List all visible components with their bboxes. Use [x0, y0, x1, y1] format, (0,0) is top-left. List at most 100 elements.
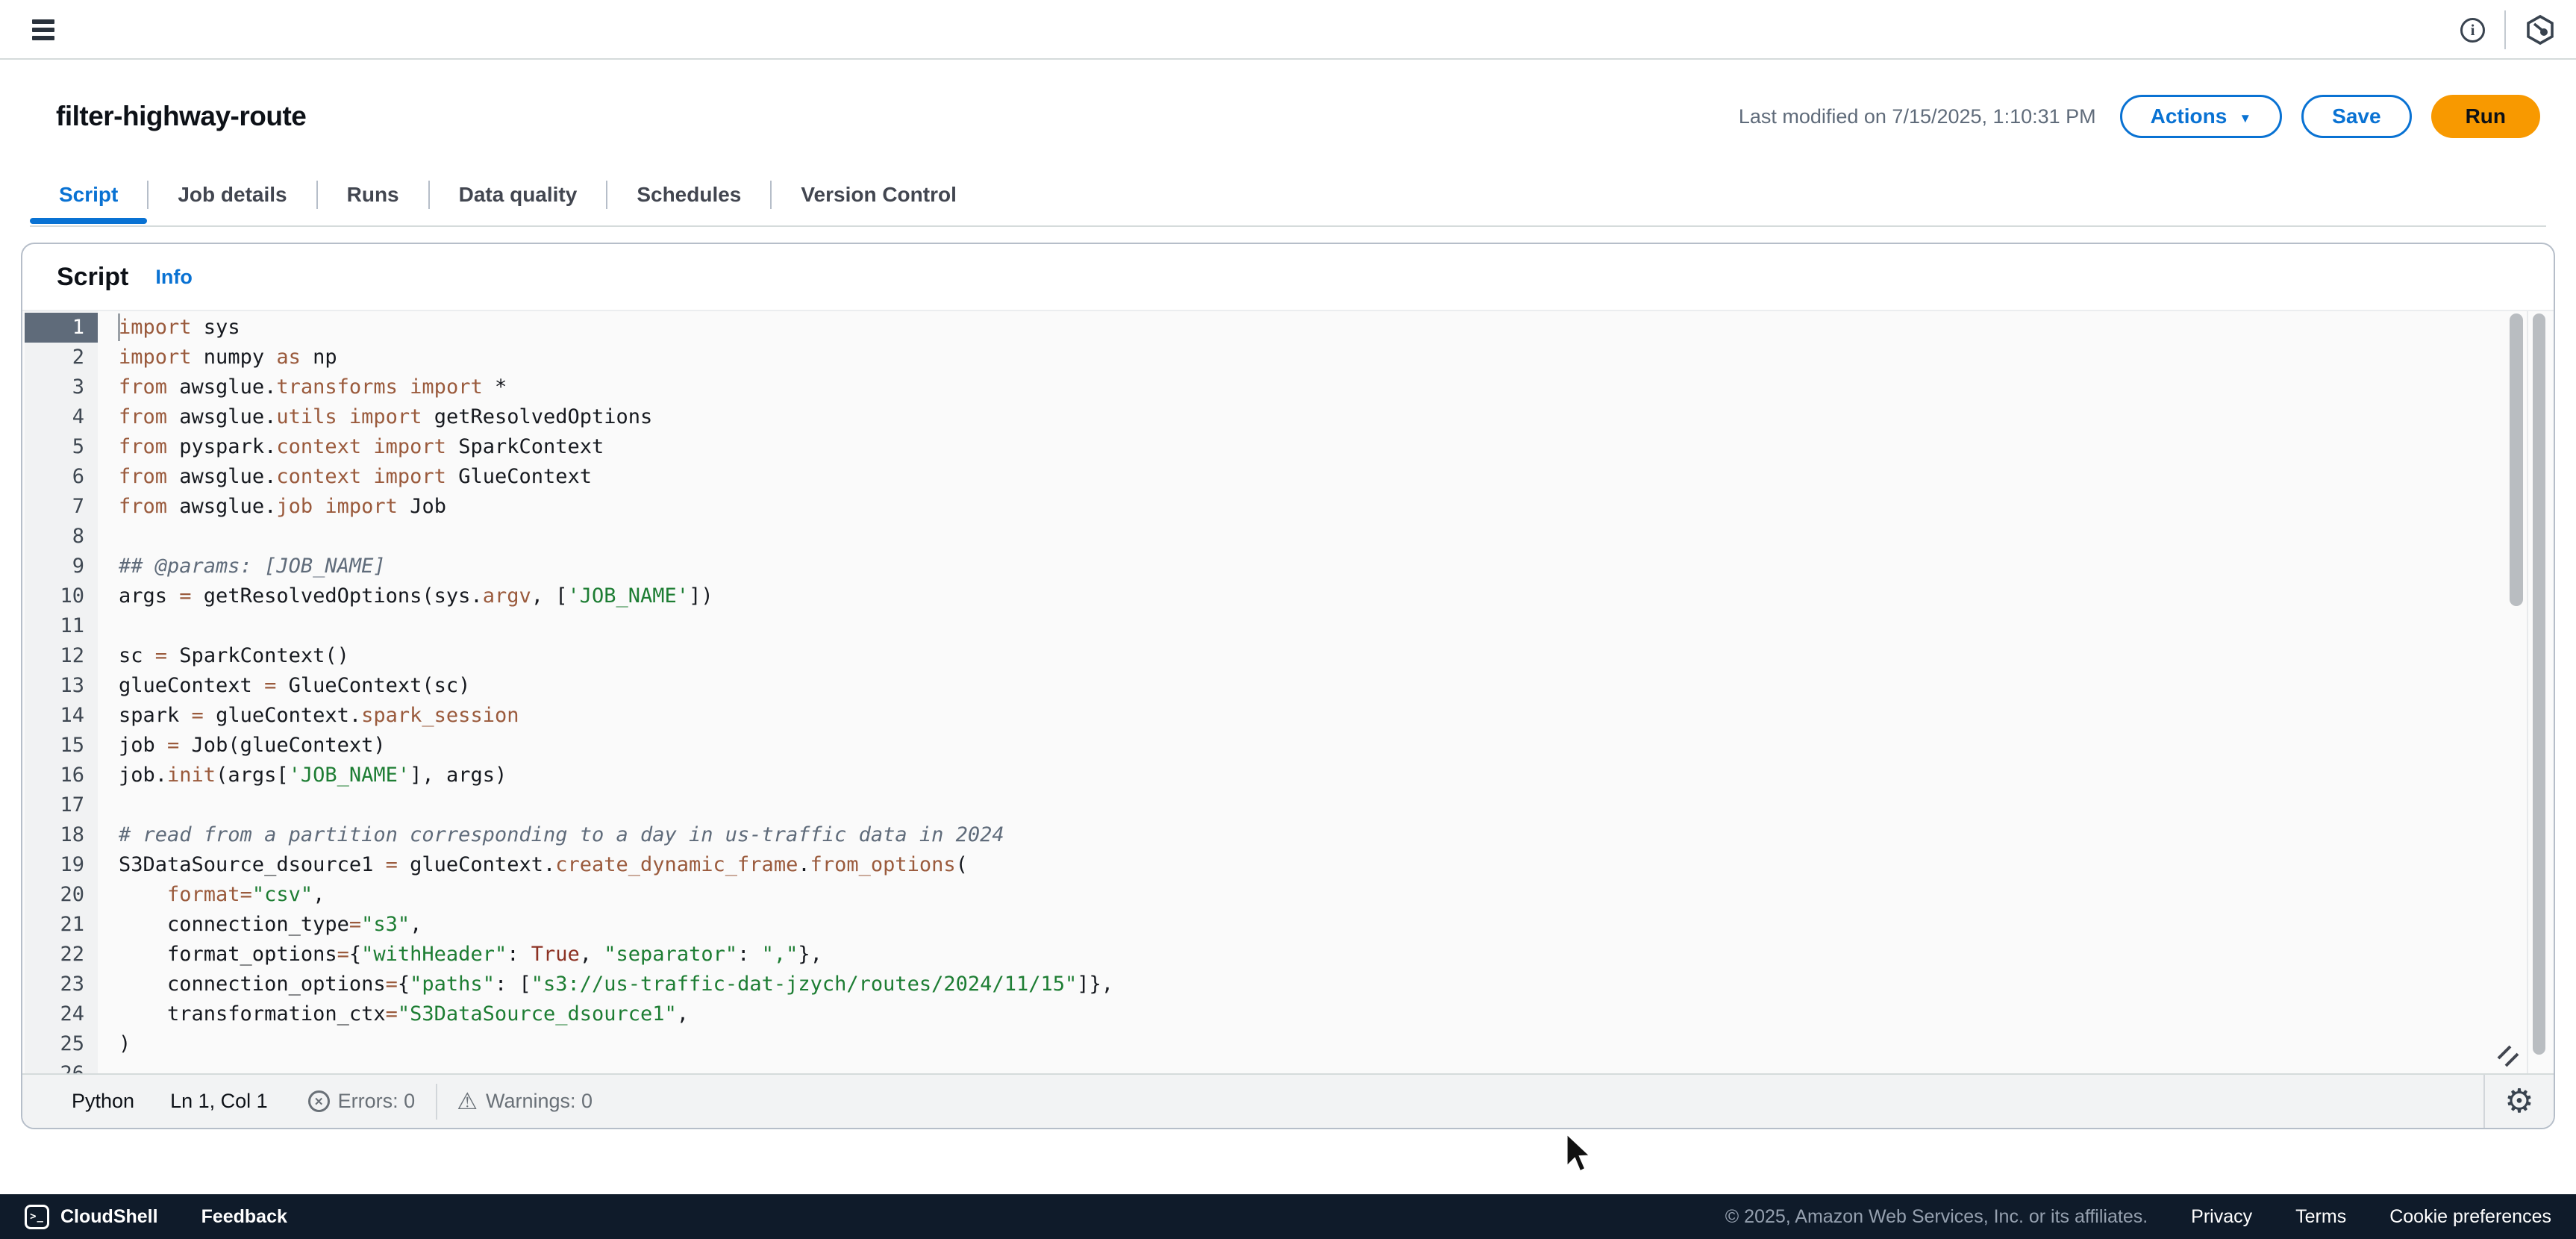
actions-button-label: Actions	[2151, 104, 2228, 128]
feedback-link[interactable]: Feedback	[201, 1206, 287, 1228]
menu-icon[interactable]	[32, 19, 54, 41]
code-line-18[interactable]: 18# read from a partition corresponding …	[25, 820, 2506, 850]
code-line-17[interactable]: 17	[25, 790, 2506, 820]
info-icon[interactable]: i	[2460, 18, 2485, 43]
code-line-25[interactable]: 25)	[25, 1029, 2506, 1059]
code-line-8[interactable]: 8	[25, 522, 2506, 552]
code-editor[interactable]: 1import sys2import numpy as np3from awsg…	[22, 310, 2554, 1073]
line-number: 7	[25, 492, 98, 522]
text-cursor	[118, 313, 120, 341]
code-line-16[interactable]: 16job.init(args['JOB_NAME'], args)	[25, 761, 2506, 790]
line-number: 18	[25, 820, 98, 850]
footer-link-cookie-preferences[interactable]: Cookie preferences	[2389, 1206, 2551, 1228]
code-text: ## @params: [JOB_NAME]	[98, 552, 386, 581]
code-line-2[interactable]: 2import numpy as np	[25, 343, 2506, 372]
code-line-6[interactable]: 6from awsglue.context import GlueContext	[25, 462, 2506, 492]
line-number: 11	[25, 611, 98, 641]
code-text	[98, 790, 119, 820]
code-text: )	[98, 1029, 131, 1059]
code-line-9[interactable]: 9## @params: [JOB_NAME]	[25, 552, 2506, 581]
console-footer: >_ CloudShell Feedback © 2025, Amazon We…	[0, 1194, 2576, 1239]
line-number: 19	[25, 850, 98, 880]
resize-handle-icon[interactable]	[2495, 1043, 2521, 1069]
code-line-7[interactable]: 7from awsglue.job import Job	[25, 492, 2506, 522]
line-number: 20	[25, 880, 98, 910]
script-panel: Script Info 1import sys2import numpy as …	[21, 243, 2555, 1129]
code-line-12[interactable]: 12sc = SparkContext()	[25, 641, 2506, 671]
code-line-3[interactable]: 3from awsglue.transforms import *	[25, 372, 2506, 402]
actions-button[interactable]: Actions ▼	[2120, 95, 2283, 138]
code-line-21[interactable]: 21 connection_type="s3",	[25, 910, 2506, 940]
line-number: 15	[25, 731, 98, 761]
code-line-19[interactable]: 19S3DataSource_dsource1 = glueContext.cr…	[25, 850, 2506, 880]
chevron-down-icon: ▼	[2239, 112, 2251, 125]
code-text: transformation_ctx="S3DataSource_dsource…	[98, 999, 689, 1029]
tab-version-control[interactable]: Version Control	[772, 172, 985, 218]
last-modified-text: Last modified on 7/15/2025, 1:10:31 PM	[1739, 105, 2096, 128]
tab-script[interactable]: Script	[30, 172, 147, 218]
line-number: 25	[25, 1029, 98, 1059]
code-line-15[interactable]: 15job = Job(glueContext)	[25, 731, 2506, 761]
notifications-service-icon[interactable]	[2525, 14, 2555, 46]
code-line-23[interactable]: 23 connection_options={"paths": ["s3://u…	[25, 970, 2506, 999]
line-number: 26	[25, 1059, 98, 1073]
errors-count: Errors: 0	[338, 1090, 416, 1113]
scrollbar-track-divider	[2527, 311, 2528, 1073]
code-line-1[interactable]: 1import sys	[25, 313, 2506, 343]
line-number: 23	[25, 970, 98, 999]
code-text: format="csv",	[98, 880, 325, 910]
code-text: from awsglue.context import GlueContext	[98, 462, 592, 492]
line-number: 24	[25, 999, 98, 1029]
line-number: 8	[25, 522, 98, 552]
code-line-22[interactable]: 22 format_options={"withHeader": True, "…	[25, 940, 2506, 970]
code-line-13[interactable]: 13glueContext = GlueContext(sc)	[25, 671, 2506, 701]
editor-settings-gear-icon[interactable]: ⚙	[2504, 1085, 2533, 1118]
code-text: job.init(args['JOB_NAME'], args)	[98, 761, 507, 790]
line-number: 12	[25, 641, 98, 671]
footer-link-terms[interactable]: Terms	[2295, 1206, 2346, 1228]
cloudshell-button[interactable]: >_ CloudShell	[25, 1205, 158, 1229]
code-text: # read from a partition corresponding to…	[98, 820, 1004, 850]
tab-data-quality[interactable]: Data quality	[430, 172, 607, 218]
container-scrollbar[interactable]	[2533, 313, 2545, 1055]
info-link[interactable]: Info	[155, 266, 192, 289]
footer-link-privacy[interactable]: Privacy	[2191, 1206, 2252, 1228]
cursor-position: Ln 1, Col 1	[170, 1090, 268, 1113]
line-number: 5	[25, 432, 98, 462]
code-line-26[interactable]: 26	[25, 1059, 2506, 1073]
tab-schedules[interactable]: Schedules	[607, 172, 770, 218]
line-number: 9	[25, 552, 98, 581]
run-button[interactable]: Run	[2431, 95, 2540, 138]
code-line-14[interactable]: 14spark = glueContext.spark_session	[25, 701, 2506, 731]
code-line-5[interactable]: 5from pyspark.context import SparkContex…	[25, 432, 2506, 462]
save-button[interactable]: Save	[2301, 95, 2411, 138]
script-panel-header: Script Info	[22, 244, 2554, 310]
line-number: 13	[25, 671, 98, 701]
code-text	[98, 1059, 119, 1073]
code-text: sc = SparkContext()	[98, 641, 349, 671]
warning-icon: ⚠	[457, 1090, 478, 1113]
line-number: 22	[25, 940, 98, 970]
mouse-cursor	[1565, 1132, 1598, 1178]
code-line-20[interactable]: 20 format="csv",	[25, 880, 2506, 910]
line-number: 3	[25, 372, 98, 402]
code-line-4[interactable]: 4from awsglue.utils import getResolvedOp…	[25, 402, 2506, 432]
line-number: 4	[25, 402, 98, 432]
code-text: from pyspark.context import SparkContext	[98, 432, 604, 462]
line-number: 14	[25, 701, 98, 731]
code-line-11[interactable]: 11	[25, 611, 2506, 641]
code-text: S3DataSource_dsource1 = glueContext.crea…	[98, 850, 968, 880]
tab-job-details[interactable]: Job details	[149, 172, 316, 218]
code-text: import numpy as np	[98, 343, 337, 372]
errors-icon: ✕	[308, 1090, 330, 1112]
tab-runs[interactable]: Runs	[318, 172, 428, 218]
editor-status-bar: Python Ln 1, Col 1 ✕ Errors: 0 ⚠ Warning…	[22, 1073, 2554, 1128]
editor-scrollbar[interactable]	[2510, 313, 2523, 606]
warnings-count: Warnings: 0	[486, 1090, 593, 1113]
code-text	[98, 522, 119, 552]
glue-studio-app: { "topbar": {}, "header": { "title": "fi…	[0, 0, 2576, 1239]
code-text	[98, 611, 119, 641]
line-number: 16	[25, 761, 98, 790]
code-line-24[interactable]: 24 transformation_ctx="S3DataSource_dsou…	[25, 999, 2506, 1029]
code-line-10[interactable]: 10args = getResolvedOptions(sys.argv, ['…	[25, 581, 2506, 611]
